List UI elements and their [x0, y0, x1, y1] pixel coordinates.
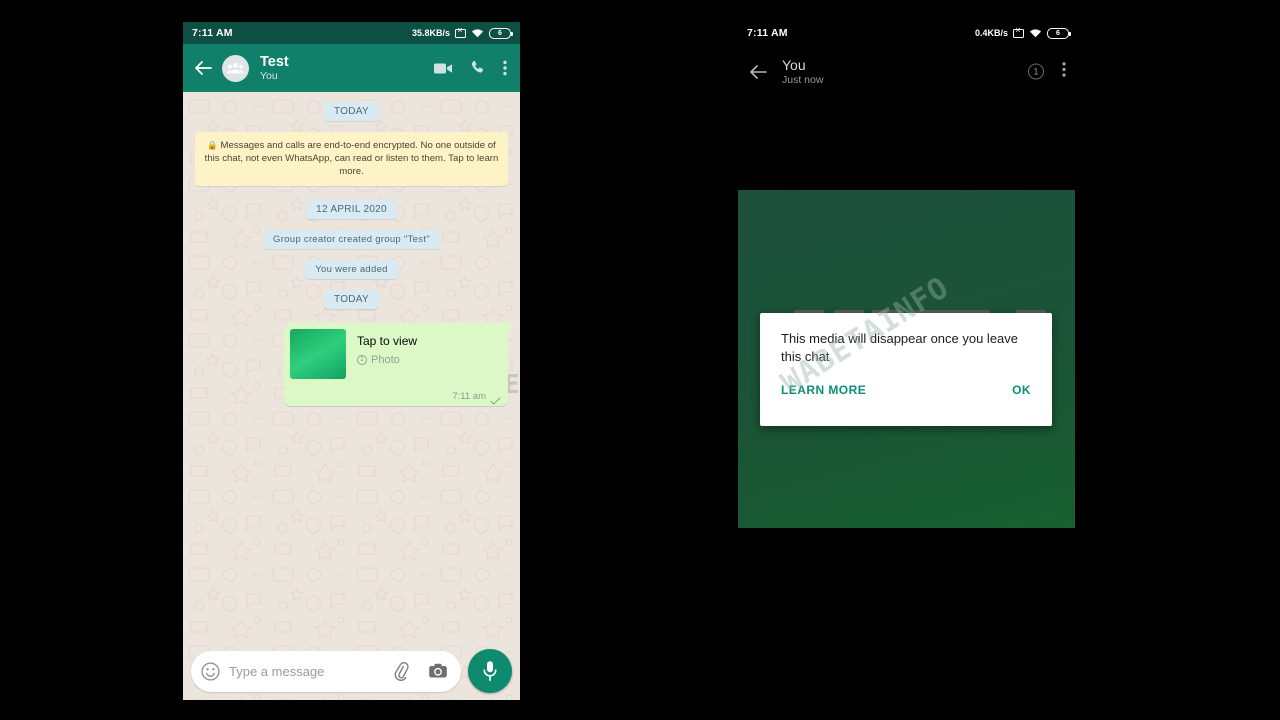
system-message-row: You were added	[183, 259, 520, 279]
encryption-notice-text: Messages and calls are end-to-end encryp…	[204, 140, 499, 178]
no-sim-icon	[1013, 26, 1024, 38]
message-input-placeholder[interactable]: Type a message	[229, 664, 381, 679]
status-time: 7:11 AM	[747, 27, 788, 39]
view-once-badge-icon: 1	[357, 354, 367, 365]
view-once-info-dialog: This media will disappear once you leave…	[760, 313, 1052, 426]
paperclip-icon[interactable]	[390, 661, 410, 681]
date-chip: 12 APRIL 2020	[306, 199, 397, 219]
left-phone-screen: 7:11 AM 35.8KB/s 6	[183, 22, 520, 700]
app-bar-actions	[434, 60, 510, 76]
wifi-icon	[471, 28, 484, 38]
tap-to-view-label: Tap to view	[357, 333, 418, 348]
smiley-icon[interactable]	[201, 661, 220, 681]
media-type-line: 1 Photo	[357, 354, 417, 366]
microphone-icon[interactable]	[468, 649, 512, 693]
overflow-menu-icon[interactable]	[503, 60, 507, 76]
battery-level: 6	[1056, 29, 1060, 37]
dialog-message: This media will disappear once you leave…	[781, 331, 1019, 364]
date-chip: TODAY	[323, 102, 380, 121]
message-meta-row: 7:11 am	[290, 390, 501, 405]
view-once-badge-number: 1	[1033, 66, 1039, 76]
ok-button[interactable]: OK	[1012, 383, 1031, 397]
back-arrow-icon[interactable]	[193, 58, 213, 78]
battery-level: 6	[498, 29, 502, 37]
no-sim-icon	[455, 26, 466, 38]
view-once-badge-number: 1	[360, 356, 364, 364]
media-meta: Tap to view 1 Photo	[357, 329, 417, 366]
dialog-actions: LEARN MORE OK	[781, 383, 1031, 397]
left-app-bar: Test You	[183, 44, 520, 92]
chat-title: Test	[260, 53, 289, 70]
overflow-menu-icon[interactable]	[1062, 61, 1066, 82]
system-message: You were added	[305, 259, 398, 279]
back-arrow-icon[interactable]	[748, 62, 768, 82]
video-call-icon[interactable]	[434, 62, 453, 75]
sent-time-label: Just now	[782, 73, 824, 86]
network-speed-label: 35.8KB/s	[411, 28, 450, 38]
battery-icon: 6	[489, 27, 513, 39]
date-chip: TODAY	[323, 289, 380, 309]
group-avatar-icon[interactable]	[222, 54, 249, 82]
right-app-bar-actions: 1	[1028, 61, 1066, 82]
camera-icon[interactable]	[428, 661, 448, 681]
lock-icon: 🔒	[207, 140, 218, 150]
right-status-bar: 7:11 AM 0.4KB/s 6	[738, 22, 1078, 44]
screenshot-stage: 7:11 AM 35.8KB/s 6	[0, 0, 1280, 720]
encryption-notice-row[interactable]: 🔒 Messages and calls are end-to-end encr…	[183, 132, 520, 186]
date-chip-row: 12 APRIL 2020	[183, 199, 520, 219]
chat-title-block[interactable]: Test You	[260, 54, 425, 83]
status-time: 7:11 AM	[192, 27, 233, 39]
system-message-row: Group creator created group "Test"	[183, 229, 520, 249]
learn-more-button[interactable]: LEARN MORE	[781, 383, 866, 397]
status-indicators: 0.4KB/s 6	[974, 26, 1071, 39]
right-phone-screen: 7:11 AM 0.4KB/s 6 You Just now 1	[738, 22, 1078, 532]
encryption-notice[interactable]: 🔒 Messages and calls are end-to-end encr…	[195, 132, 508, 186]
message-input-pill[interactable]: Type a message	[191, 650, 461, 692]
sender-title-block: You Just now	[782, 57, 823, 87]
date-chip-row: TODAY	[183, 102, 520, 121]
chat-message-list[interactable]: TODAY 🔒 Messages and calls are end-to-en…	[183, 92, 520, 700]
chat-subtitle: You	[260, 69, 278, 82]
single-check-icon	[490, 392, 501, 405]
left-status-bar: 7:11 AM 35.8KB/s 6	[183, 22, 520, 44]
voice-call-icon[interactable]	[470, 60, 486, 76]
view-once-photo-thumbnail[interactable]	[290, 328, 346, 379]
outgoing-message-row: Tap to view 1 Photo 7:11 am	[183, 322, 520, 406]
date-chip-row: TODAY	[183, 289, 520, 309]
right-app-bar: You Just now 1	[738, 44, 1078, 99]
message-composer: Type a message	[183, 642, 520, 700]
message-timestamp: 7:11 am	[452, 390, 486, 402]
status-indicators: 35.8KB/s 6	[411, 26, 513, 39]
sender-name: You	[782, 56, 806, 73]
network-speed-label: 0.4KB/s	[974, 28, 1008, 38]
wifi-icon	[1029, 28, 1042, 38]
media-type-label: Photo	[371, 353, 400, 366]
view-once-message-bubble[interactable]: Tap to view 1 Photo 7:11 am	[284, 322, 515, 406]
media-preview-row: Tap to view 1 Photo	[290, 328, 501, 379]
system-message: Group creator created group "Test"	[263, 229, 440, 249]
battery-icon: 6	[1047, 27, 1071, 39]
view-once-badge-icon[interactable]: 1	[1028, 63, 1044, 80]
